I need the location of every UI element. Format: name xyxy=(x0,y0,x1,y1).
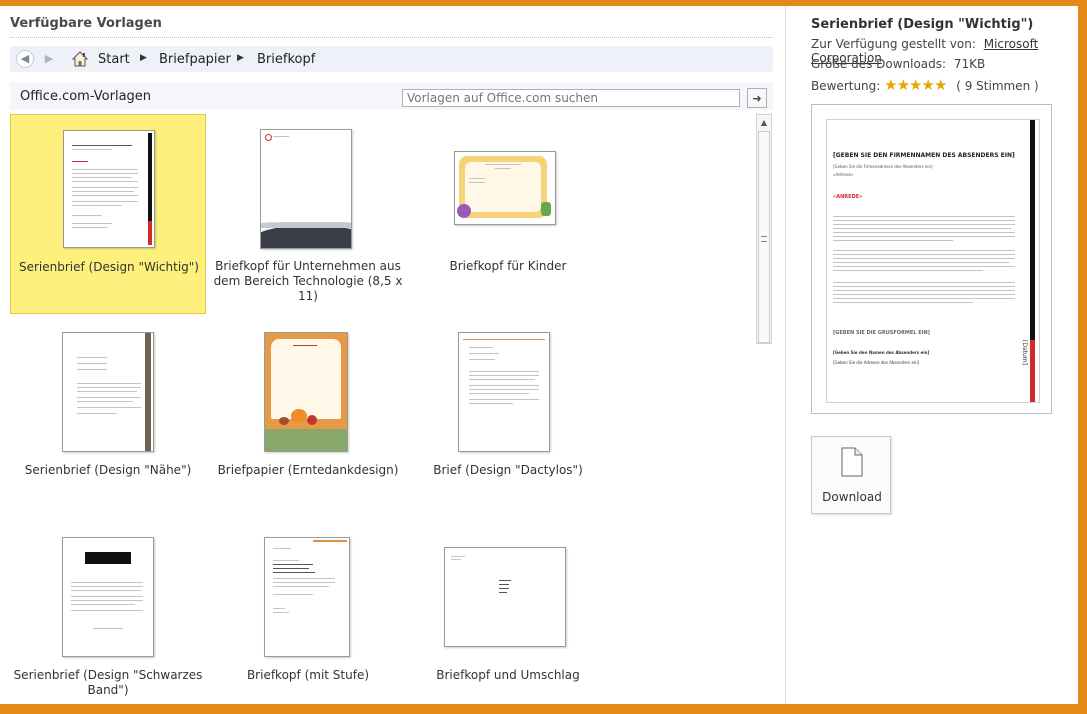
template-thumbnail xyxy=(264,537,350,657)
template-tile[interactable]: Briefpapier (Erntedankdesign) xyxy=(210,320,406,520)
forward-arrow-icon[interactable]: ▶ xyxy=(40,50,58,68)
template-grid: Serienbrief (Design "Wichtig") Briefkopf… xyxy=(10,110,756,704)
template-label: Briefkopf (mit Stufe) xyxy=(246,668,370,682)
size-label: Größe des Downloads: xyxy=(811,57,947,71)
chevron-right-icon[interactable]: ▶ xyxy=(237,53,244,63)
preview-address: «Adresse» xyxy=(833,172,854,177)
details-title: Serienbrief (Design "Wichtig") xyxy=(811,17,1034,32)
home-icon[interactable] xyxy=(72,51,88,67)
template-label: Briefkopf und Umschlag xyxy=(436,668,580,682)
rating-stars-icon[interactable]: ★★★★★ xyxy=(884,76,947,94)
search-input[interactable] xyxy=(402,89,740,107)
scrollbar-thumb[interactable] xyxy=(758,131,770,343)
rating-row: Bewertung: ★★★★★ ( 9 Stimmen ) xyxy=(811,76,1039,94)
template-tile[interactable]: Serienbrief (Design "Wichtig") xyxy=(10,114,206,314)
provider-label: Zur Verfügung gestellt von: xyxy=(811,37,976,51)
preview-closing: [GEBEN SIE DIE GRUSFORMEL EIN] xyxy=(833,330,930,336)
template-dialog: Verfügbare Vorlagen ◀ ▶ Start ▶ Briefpap… xyxy=(0,6,1078,704)
search-go-icon[interactable]: ➜ xyxy=(747,88,767,108)
template-tile[interactable]: Serienbrief (Design "Nähe") xyxy=(10,320,206,520)
chevron-right-icon[interactable]: ▶ xyxy=(140,53,147,63)
template-tile[interactable]: Briefkopf für Kinder xyxy=(410,114,606,314)
template-label: Serienbrief (Design "Wichtig") xyxy=(18,260,199,274)
preview-signer-name: [Geben Sie den Namen des Absenders ein] xyxy=(833,350,930,355)
preview-signer-address: [Geben Sie die Adresse des Absenders ein… xyxy=(833,360,920,365)
details-pane: Serienbrief (Design "Wichtig") Zur Verfü… xyxy=(786,6,1078,704)
template-thumbnail xyxy=(454,151,556,225)
template-label: Briefpapier (Erntedankdesign) xyxy=(217,463,399,477)
grid-scrollbar[interactable]: ▲ xyxy=(756,114,772,344)
size-row: Größe des Downloads: 71KB xyxy=(811,57,985,71)
template-thumbnail xyxy=(63,130,155,248)
template-tile[interactable]: Briefkopf für Unternehmen aus dem Bereic… xyxy=(210,114,406,314)
preview-sender-address: [Geben Sie die Firmenadresse des Absende… xyxy=(833,164,933,169)
breadcrumb-start[interactable]: Start xyxy=(98,52,130,67)
breadcrumb: ◀ ▶ Start ▶ Briefpapier ▶ Briefkopf xyxy=(10,46,773,72)
vote-count: ( 9 Stimmen ) xyxy=(956,79,1039,93)
scroll-up-icon[interactable]: ▲ xyxy=(758,116,770,130)
template-thumbnail xyxy=(264,332,348,452)
template-thumbnail xyxy=(62,332,154,452)
template-label: Briefkopf für Kinder xyxy=(449,259,567,273)
template-label: Serienbrief (Design "Nähe") xyxy=(24,463,192,477)
template-thumbnail xyxy=(260,129,352,249)
template-preview: [Datum] [GEBEN SIE DEN FIRMENNAMEN DES A… xyxy=(811,104,1052,414)
preview-salutation: «ANREDE» xyxy=(833,194,863,200)
source-bar: Office.com-Vorlagen ➜ xyxy=(10,82,773,110)
page-title: Verfügbare Vorlagen xyxy=(10,16,162,31)
template-tile[interactable]: Brief (Design "Dactylos") xyxy=(410,320,606,520)
preview-sender-name: [GEBEN SIE DEN FIRMENNAMEN DES ABSENDERS… xyxy=(833,152,1015,159)
template-tile[interactable]: Briefkopf und Umschlag xyxy=(410,526,606,704)
breadcrumb-briefpapier[interactable]: Briefpapier xyxy=(159,52,231,67)
template-label: Brief (Design "Dactylos") xyxy=(433,463,583,477)
download-label: Download xyxy=(822,490,882,504)
templates-pane: Verfügbare Vorlagen ◀ ▶ Start ▶ Briefpap… xyxy=(0,6,786,704)
download-button[interactable]: Download xyxy=(811,436,891,514)
size-value: 71KB xyxy=(953,57,986,71)
divider xyxy=(10,37,773,38)
template-thumbnail xyxy=(458,332,550,452)
template-label: Briefkopf für Unternehmen aus dem Bereic… xyxy=(213,259,403,303)
back-arrow-icon[interactable]: ◀ xyxy=(16,50,34,68)
template-label: Serienbrief (Design "Schwarzes Band") xyxy=(13,668,203,697)
source-label: Office.com-Vorlagen xyxy=(20,89,152,104)
preview-page: [Datum] [GEBEN SIE DEN FIRMENNAMEN DES A… xyxy=(826,119,1040,403)
breadcrumb-briefkopf[interactable]: Briefkopf xyxy=(257,52,315,67)
template-tile[interactable]: Briefkopf (mit Stufe) xyxy=(210,526,406,704)
template-thumbnail xyxy=(62,537,154,657)
template-tile[interactable]: Serienbrief (Design "Schwarzes Band") xyxy=(10,526,206,704)
rating-label: Bewertung: xyxy=(811,79,881,93)
template-thumbnail xyxy=(444,547,566,647)
document-icon xyxy=(841,447,863,477)
